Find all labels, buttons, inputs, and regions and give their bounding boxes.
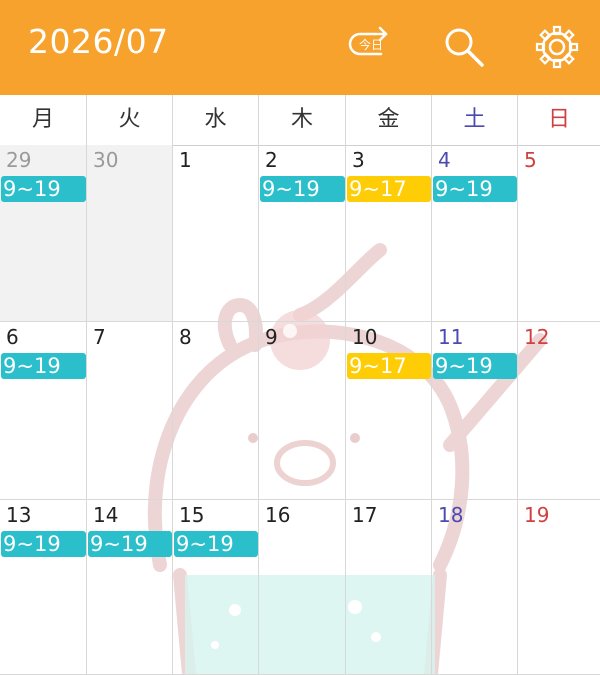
day-number: 5	[524, 148, 537, 172]
day-cell[interactable]: 10 9~17	[346, 322, 432, 500]
event-chip[interactable]: 9~19	[174, 531, 258, 557]
day-cell[interactable]: 12	[518, 322, 600, 500]
day-cell[interactable]: 6 9~19	[0, 322, 87, 500]
weekday-5: 土	[432, 95, 518, 145]
event-chip[interactable]: 9~19	[1, 531, 86, 557]
day-cell[interactable]: 11 9~19	[432, 322, 518, 500]
month-title[interactable]: 2026/07	[28, 22, 169, 61]
today-label: 今日	[359, 37, 383, 52]
day-cell[interactable]: 2 9~19	[259, 145, 346, 322]
day-number: 12	[524, 325, 550, 349]
weekday-1: 火	[87, 95, 173, 145]
gear-icon[interactable]	[532, 22, 582, 72]
day-cell[interactable]: 14 9~19	[87, 500, 173, 675]
day-number: 7	[93, 325, 106, 349]
app-header: 2026/07 今日	[0, 0, 600, 95]
day-number: 4	[438, 148, 451, 172]
event-chip[interactable]: 9~19	[88, 531, 172, 557]
day-cell[interactable]: 8	[173, 322, 259, 500]
event-chip[interactable]: 9~19	[1, 176, 86, 202]
event-chip[interactable]: 9~19	[433, 176, 517, 202]
day-cell[interactable]: 9	[259, 322, 346, 500]
day-number: 18	[438, 503, 464, 527]
weekday-0: 月	[0, 95, 87, 145]
day-number: 17	[352, 503, 378, 527]
day-number: 2	[265, 148, 278, 172]
day-number: 14	[93, 503, 119, 527]
day-number: 15	[179, 503, 205, 527]
day-number: 19	[524, 503, 550, 527]
day-number: 3	[352, 148, 365, 172]
calendar-grid: 29 9~19 30 1 2 9~19 3 9~17 4 9~19 5 6 9~19 7 8 9 10 9~17 1…	[0, 145, 600, 675]
today-icon[interactable]: 今日	[344, 22, 394, 72]
day-number: 1	[179, 148, 192, 172]
day-number: 10	[352, 325, 378, 349]
day-number: 29	[6, 148, 32, 172]
event-chip[interactable]: 9~19	[260, 176, 345, 202]
weekday-6: 日	[547, 107, 570, 132]
weekday-2: 水	[173, 95, 259, 145]
day-cell[interactable]: 15 9~19	[173, 500, 259, 675]
day-number: 8	[179, 325, 192, 349]
day-number: 13	[6, 503, 32, 527]
day-cell[interactable]: 7	[87, 322, 173, 500]
event-chip[interactable]: 9~19	[1, 353, 86, 379]
search-icon[interactable]	[438, 22, 488, 72]
day-number: 30	[93, 148, 119, 172]
day-cell[interactable]: 3 9~17	[346, 145, 432, 322]
day-number: 11	[438, 325, 464, 349]
day-number: 6	[6, 325, 19, 349]
event-chip[interactable]: 9~19	[433, 353, 517, 379]
day-number: 16	[265, 503, 291, 527]
day-cell[interactable]: 13 9~19	[0, 500, 87, 675]
event-chip[interactable]: 9~17	[347, 353, 431, 379]
day-number: 9	[265, 325, 278, 349]
day-cell[interactable]: 5	[518, 145, 600, 322]
day-cell[interactable]: 4 9~19	[432, 145, 518, 322]
day-cell[interactable]: 30	[87, 145, 173, 322]
day-cell[interactable]: 1	[173, 145, 259, 322]
weekday-header: 月火水木金土 日	[0, 95, 600, 146]
weekday-4: 金	[346, 95, 432, 145]
event-chip[interactable]: 9~17	[347, 176, 431, 202]
day-cell[interactable]: 18	[432, 500, 518, 675]
day-cell[interactable]: 19	[518, 500, 600, 675]
day-cell[interactable]: 29 9~19	[0, 145, 87, 322]
weekday-3: 木	[259, 95, 346, 145]
day-cell[interactable]: 16	[259, 500, 346, 675]
day-cell[interactable]: 17	[346, 500, 432, 675]
